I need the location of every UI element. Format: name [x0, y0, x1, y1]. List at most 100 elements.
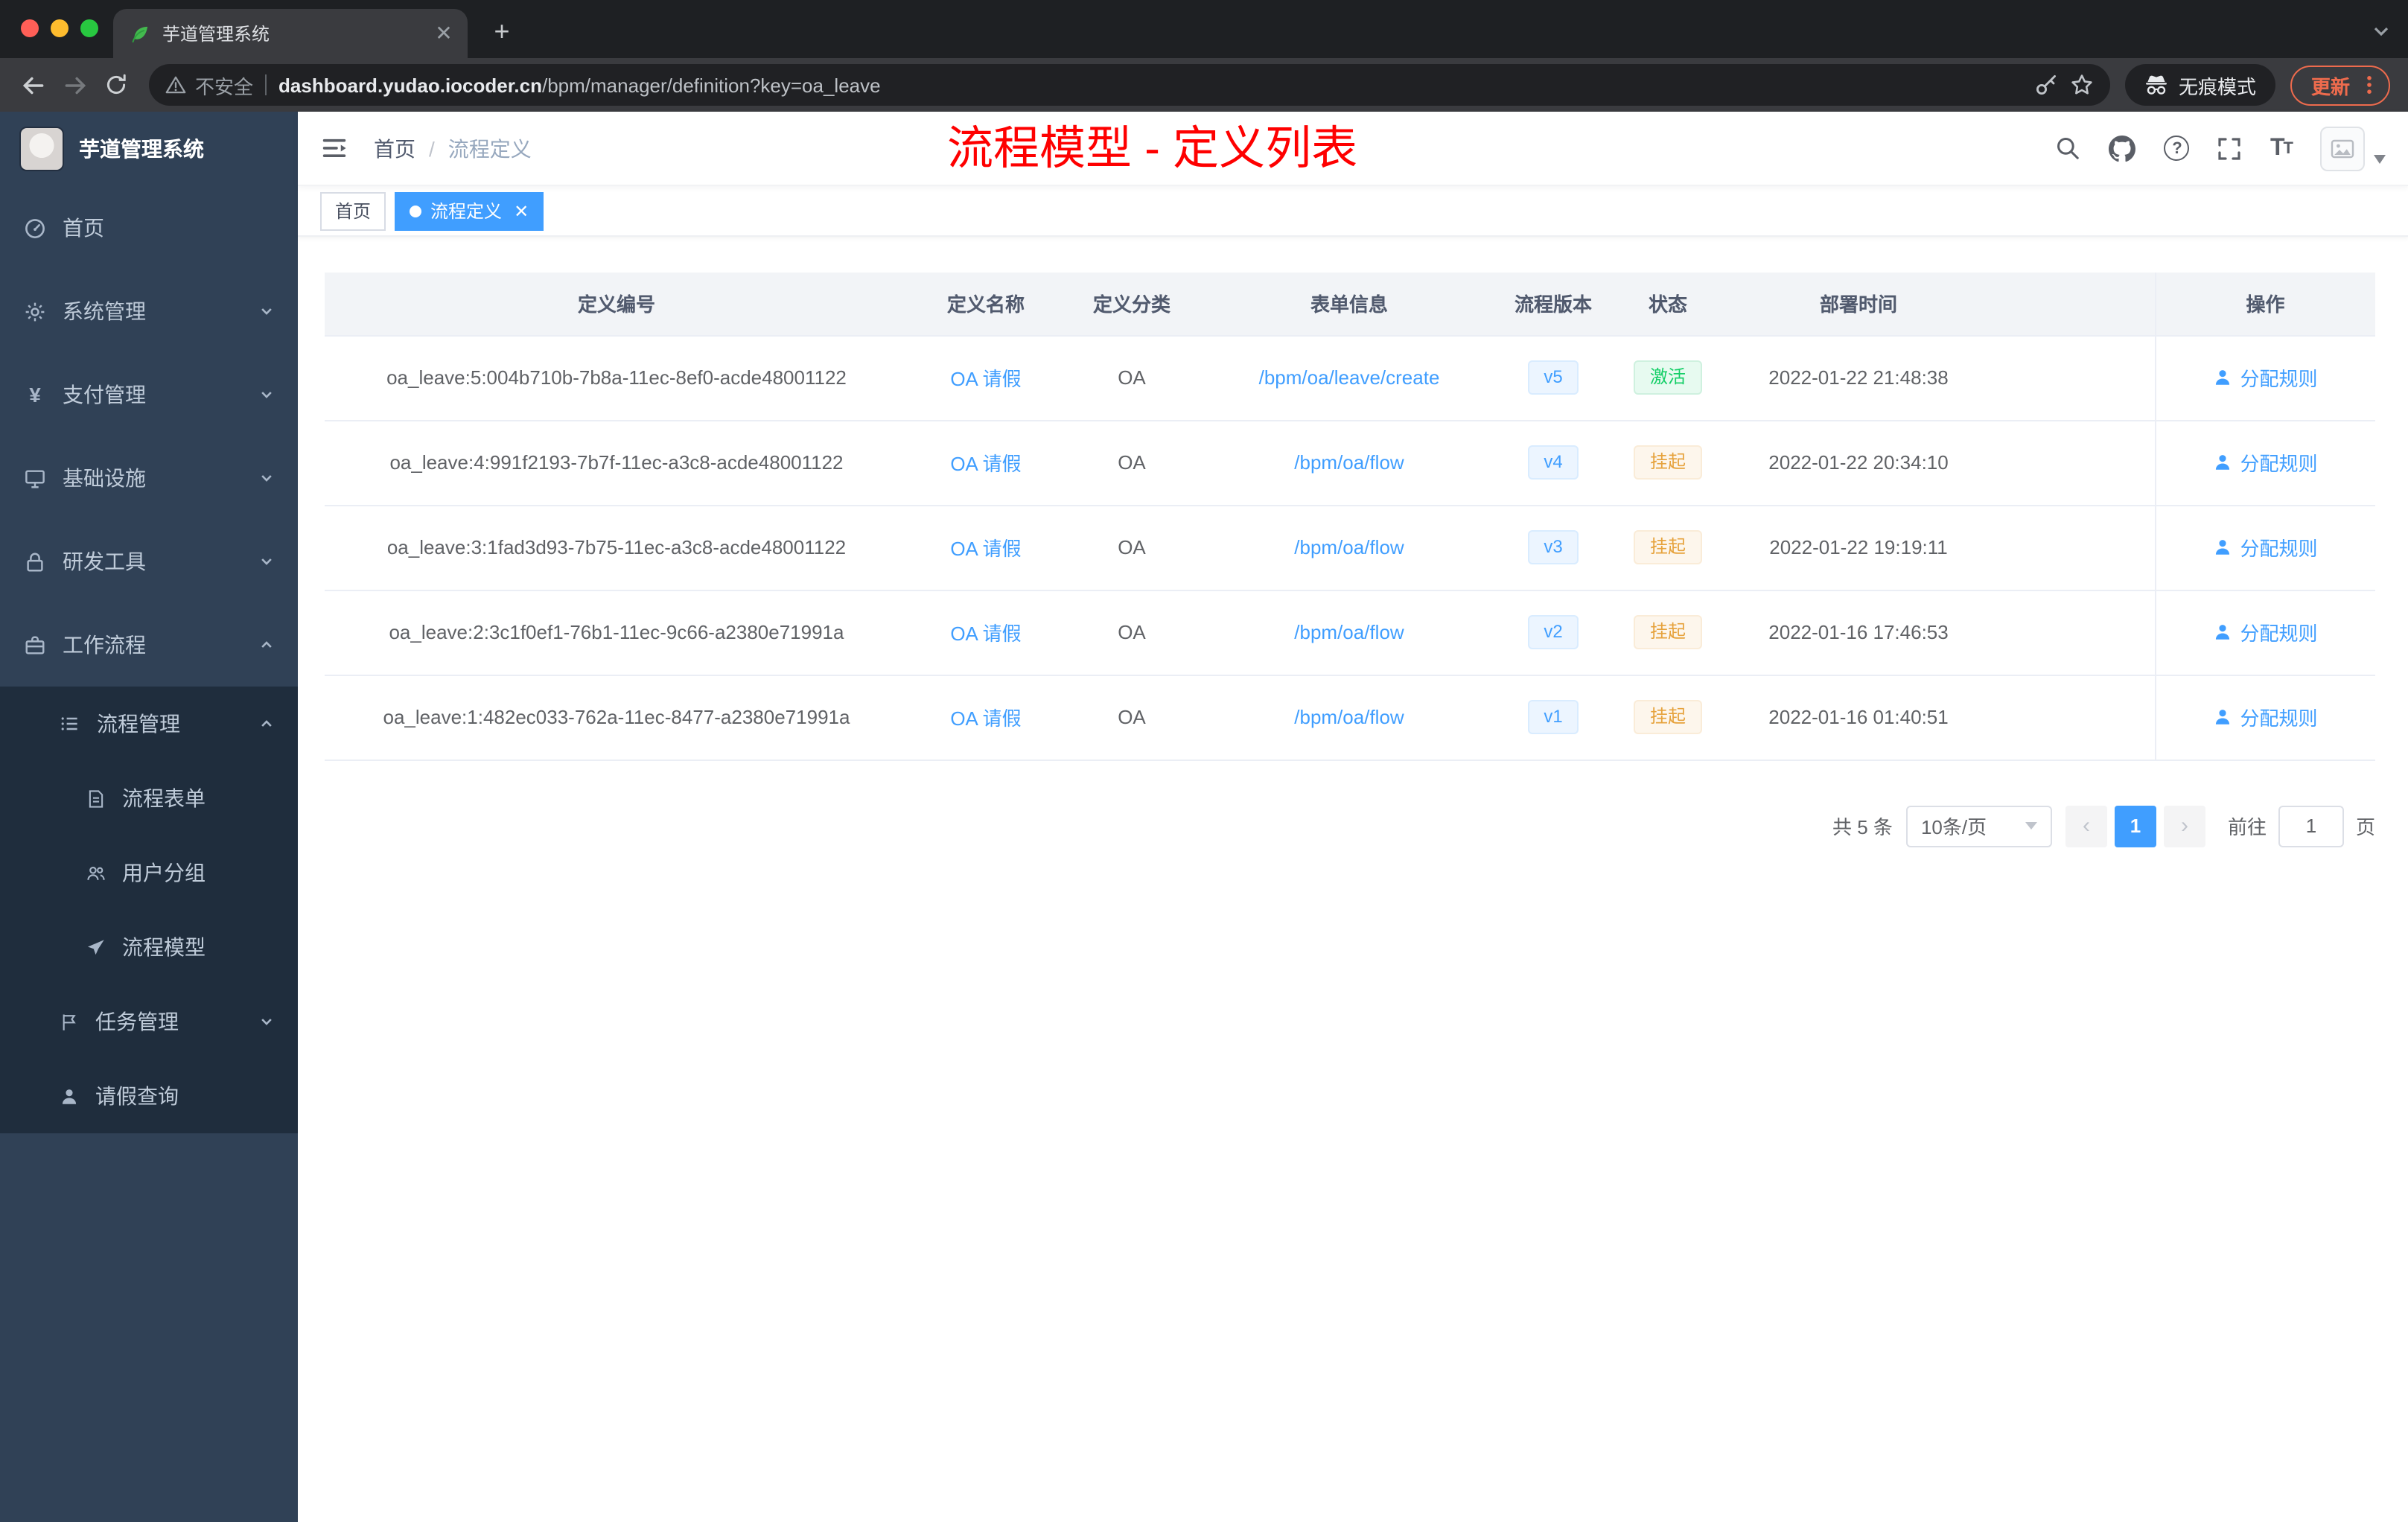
col-definition-id: 定义编号 [325, 273, 908, 336]
navbar-actions: ? TT [2056, 126, 2386, 171]
sidebar-item-home[interactable]: 首页 [0, 186, 298, 270]
github-icon[interactable] [2109, 135, 2136, 162]
status-badge: 挂起 [1633, 530, 1702, 564]
sidebar-collapse-icon[interactable] [320, 134, 348, 162]
briefcase-icon [24, 634, 46, 656]
kebab-menu-icon[interactable] [2357, 73, 2381, 97]
font-size-icon[interactable]: TT [2270, 135, 2293, 162]
assign-rule-button[interactable]: 分配规则 [2213, 618, 2318, 646]
search-icon[interactable] [2056, 136, 2081, 161]
password-key-icon[interactable] [2034, 73, 2058, 97]
next-page-button[interactable]: › [2163, 805, 2205, 847]
chevron-down-icon [259, 554, 274, 569]
browser-tab-strip: 芋道管理系统 ✕ + [0, 0, 2408, 58]
tab-search-chevron-icon[interactable] [2372, 22, 2390, 40]
browser-tab[interactable]: 芋道管理系统 ✕ [113, 9, 468, 58]
form-link[interactable]: /bpm/oa/flow [1294, 536, 1404, 558]
assign-rule-button[interactable]: 分配规则 [2213, 533, 2318, 561]
sidebar-item-process-management[interactable]: 流程管理 [0, 687, 298, 761]
sidebar-item-payment-management[interactable]: ¥ 支付管理 [0, 353, 298, 436]
tag-process-definition[interactable]: 流程定义 ✕ [395, 191, 544, 230]
status-badge: 激活 [1633, 360, 1702, 395]
user-icon [2216, 370, 2230, 385]
address-bar[interactable]: 不安全 dashboard.yudao.iocoder.cn/bpm/manag… [149, 64, 2110, 106]
page-size-select[interactable]: 10条/页 [1905, 805, 2052, 847]
minimize-window-button[interactable] [51, 19, 69, 37]
sidebar-item-infrastructure[interactable]: 基础设施 [0, 436, 298, 520]
sidebar-item-system-management[interactable]: 系统管理 [0, 270, 298, 353]
col-deploy-time: 部署时间 [1727, 273, 1990, 336]
sidebar-item-user-group[interactable]: 用户分组 [0, 835, 298, 910]
form-link[interactable]: /bpm/oa/flow [1294, 706, 1404, 728]
browser-window: 芋道管理系统 ✕ + 不安全 dashboard.yudao.iocoder.c… [0, 0, 2408, 1522]
definition-name-link[interactable]: OA 请假 [950, 453, 1021, 475]
sidebar-item-workflow[interactable]: 工作流程 [0, 603, 298, 687]
form-link[interactable]: /bpm/oa/flow [1294, 451, 1404, 474]
toolbar-right-tools: 无痕模式 更新 [2122, 64, 2396, 106]
user-icon [2216, 625, 2230, 640]
sidebar-item-process-model[interactable]: 流程模型 [0, 910, 298, 984]
sidebar-menu: 首页 系统管理 ¥ 支付管理 基础设施 研发工具 工作流程 流程管理 流程表单 … [0, 186, 298, 1522]
user-icon [2216, 710, 2230, 725]
sidebar-item-process-form[interactable]: 流程表单 [0, 761, 298, 835]
reload-button[interactable] [95, 64, 137, 106]
col-spacer [1990, 273, 2155, 336]
back-button[interactable] [12, 64, 54, 106]
security-label: 不安全 [195, 75, 254, 98]
assign-rule-button[interactable]: 分配规则 [2213, 448, 2318, 477]
bookmark-star-icon[interactable] [2070, 73, 2094, 97]
zoom-window-button[interactable] [80, 19, 98, 37]
list-icon [60, 713, 80, 734]
forward-button[interactable] [54, 64, 95, 106]
yen-icon: ¥ [29, 383, 41, 407]
definition-table: 定义编号 定义名称 定义分类 表单信息 流程版本 状态 部署时间 操作 oa_l… [325, 273, 2375, 760]
document-icon [86, 789, 106, 808]
caret-down-icon [2374, 154, 2386, 163]
update-label: 更新 [2310, 75, 2350, 98]
fullscreen-icon[interactable] [2218, 136, 2242, 160]
chevron-up-icon [259, 637, 274, 652]
sidebar-item-leave-query[interactable]: 请假查询 [0, 1059, 298, 1133]
users-icon [86, 863, 106, 882]
url-text[interactable]: dashboard.yudao.iocoder.cn/bpm/manager/d… [278, 74, 2022, 96]
definition-name-link[interactable]: OA 请假 [950, 623, 1021, 645]
definition-name-link[interactable]: OA 请假 [950, 368, 1021, 390]
chevron-up-icon [259, 716, 274, 731]
assign-rule-button[interactable]: 分配规则 [2213, 363, 2318, 392]
form-link[interactable]: /bpm/oa/flow [1294, 621, 1404, 643]
table-header-row: 定义编号 定义名称 定义分类 表单信息 流程版本 状态 部署时间 操作 [325, 273, 2375, 336]
col-definition-category: 定义分类 [1063, 273, 1200, 336]
tag-home[interactable]: 首页 [320, 191, 386, 230]
form-link[interactable]: /bpm/oa/leave/create [1259, 366, 1440, 389]
page-number-1[interactable]: 1 [2114, 805, 2156, 847]
tab-close-icon[interactable]: ✕ [432, 21, 456, 45]
tag-close-icon[interactable]: ✕ [514, 202, 529, 220]
app-logo-row[interactable]: 芋道管理系统 [0, 112, 298, 186]
goto-page-input[interactable] [2278, 805, 2344, 847]
prev-page-button[interactable]: ‹ [2065, 805, 2107, 847]
incognito-profile-chip[interactable]: 无痕模式 [2124, 64, 2275, 106]
sidebar-item-dev-tools[interactable]: 研发工具 [0, 520, 298, 603]
app-logo-avatar [19, 127, 64, 171]
definition-name-link[interactable]: OA 请假 [950, 538, 1021, 560]
dashboard-icon [24, 217, 46, 239]
favicon-leaf-icon [130, 23, 150, 44]
chevron-down-icon [2025, 822, 2037, 830]
new-tab-button[interactable]: + [482, 12, 521, 51]
breadcrumb: 首页 / 流程定义 [374, 133, 532, 163]
definition-name-link[interactable]: OA 请假 [950, 707, 1021, 730]
deploy-time: 2022-01-16 17:46:53 [1727, 590, 1990, 675]
close-window-button[interactable] [21, 19, 39, 37]
definition-id: oa_leave:2:3c1f0ef1-76b1-11ec-9c66-a2380… [325, 590, 908, 675]
url-path: /bpm/manager/definition?key=oa_leave [542, 74, 881, 96]
chrome-update-button[interactable]: 更新 [2290, 65, 2390, 105]
assign-rule-button[interactable]: 分配规则 [2213, 703, 2318, 731]
definition-id: oa_leave:3:1fad3d93-7b75-11ec-a3c8-acde4… [325, 505, 908, 590]
help-icon[interactable]: ? [2164, 136, 2190, 161]
definition-category: OA [1063, 335, 1200, 421]
breadcrumb-home[interactable]: 首页 [374, 133, 415, 163]
deploy-time: 2022-01-22 19:19:11 [1727, 505, 1990, 590]
sidebar-item-task-management[interactable]: 任务管理 [0, 984, 298, 1059]
security-chip[interactable]: 不安全 [165, 71, 253, 99]
user-avatar-menu[interactable] [2320, 126, 2386, 171]
